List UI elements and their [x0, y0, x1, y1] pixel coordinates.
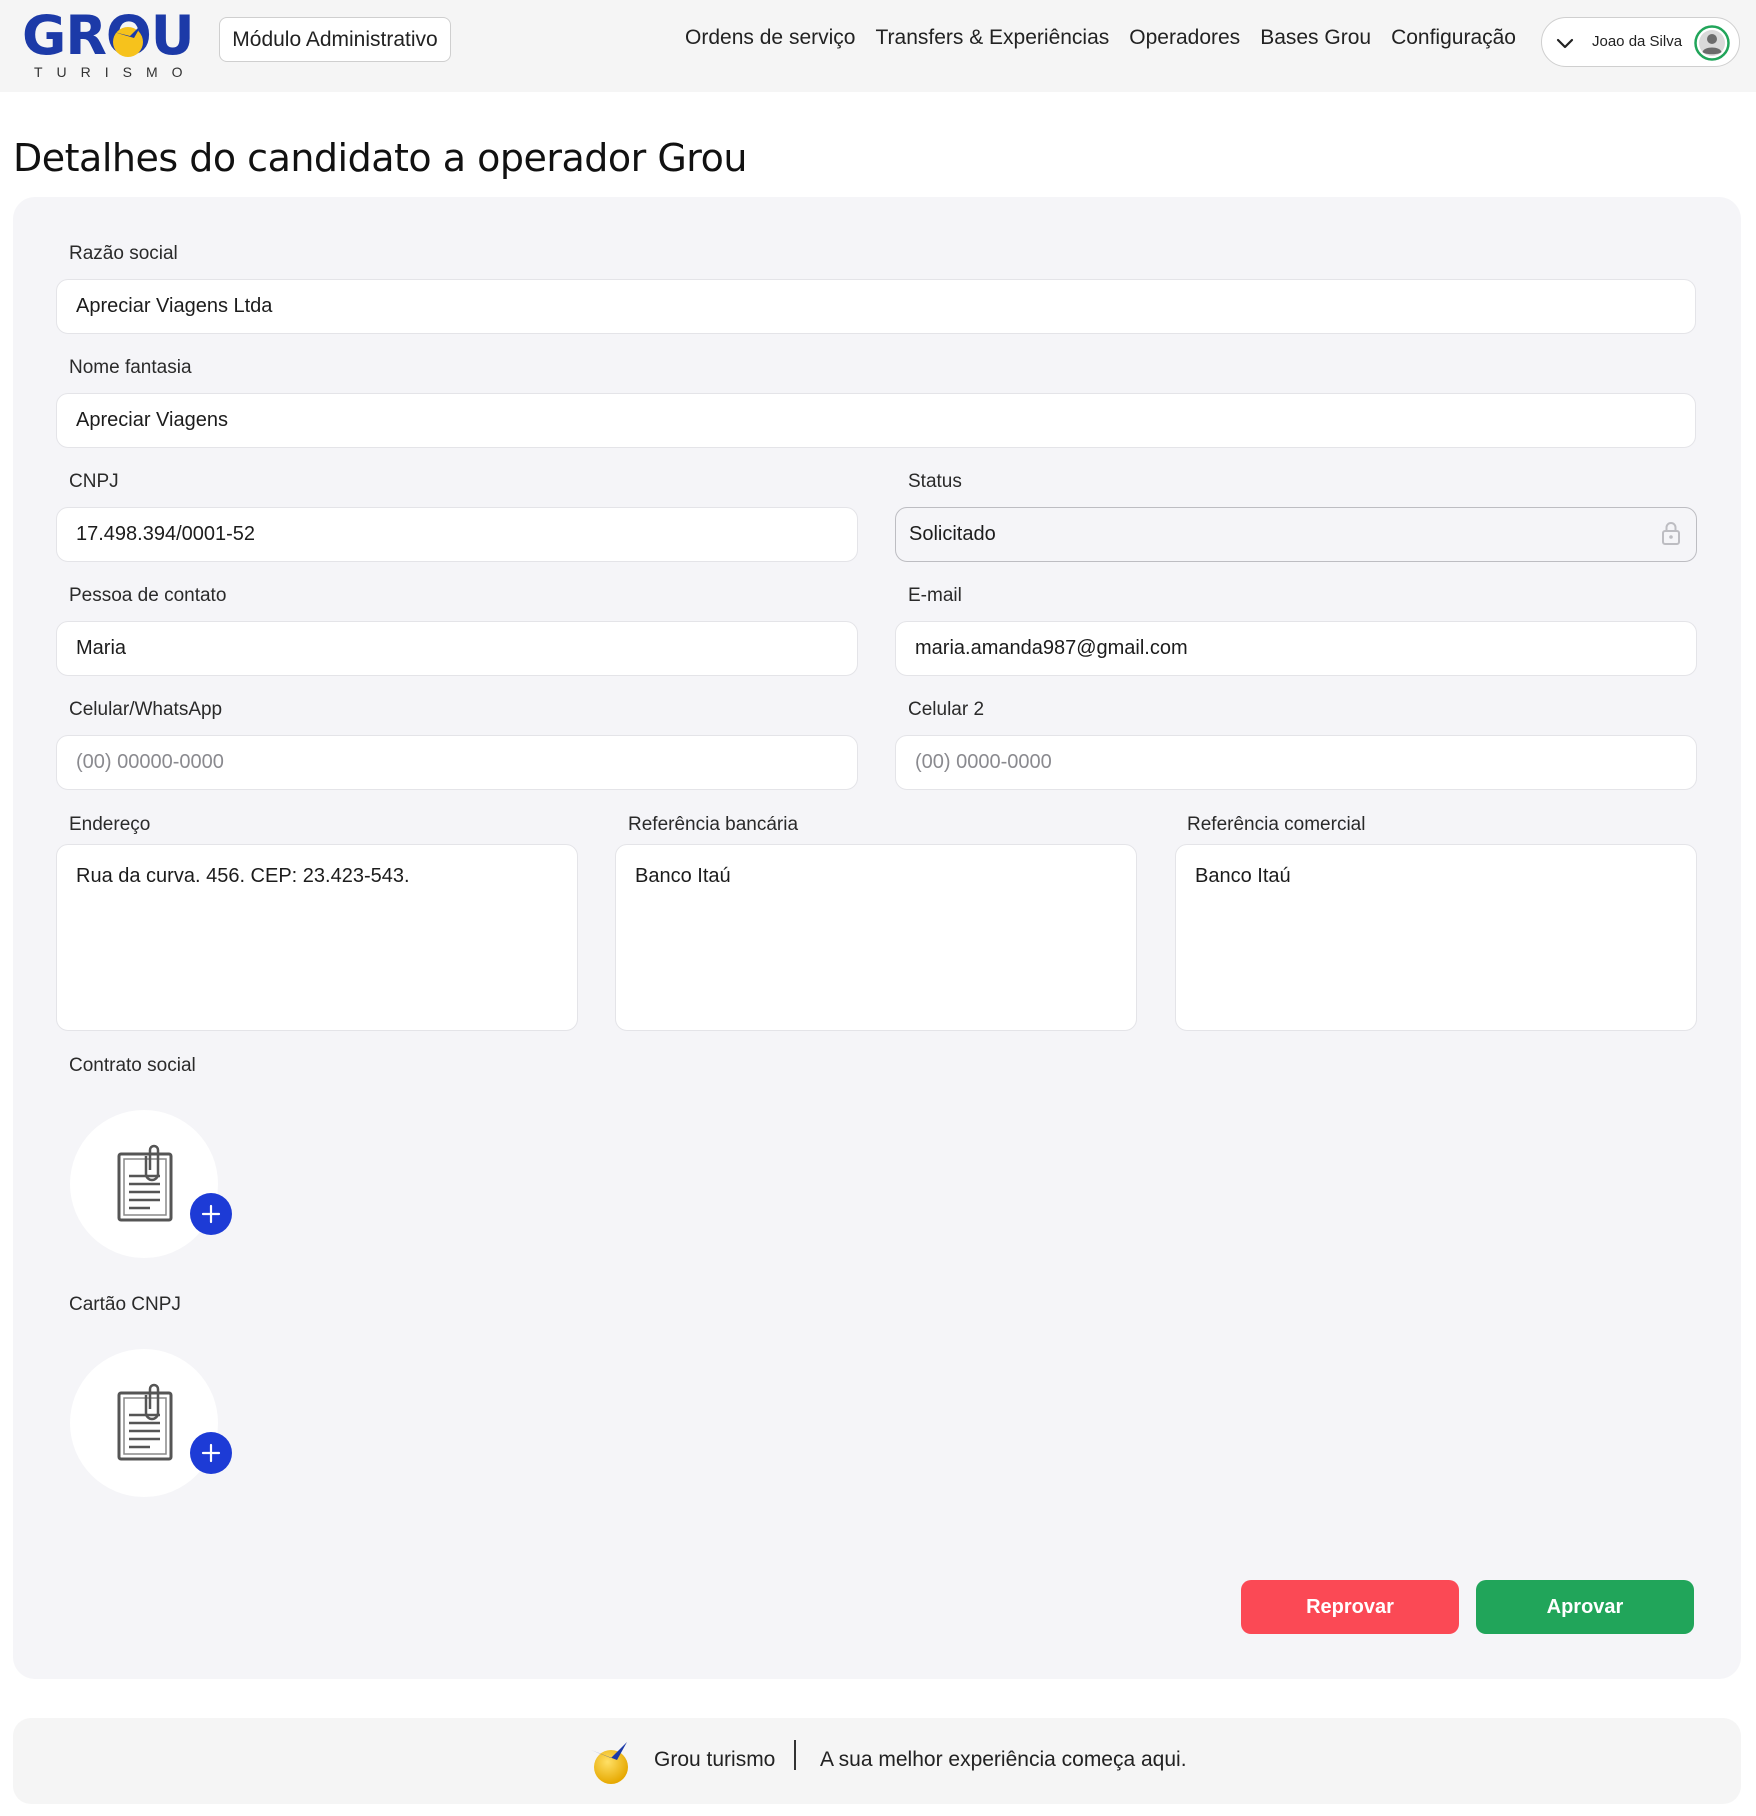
user-menu[interactable]: Joao da Silva	[1541, 17, 1740, 67]
email-field[interactable]: maria.amanda987@gmail.com	[895, 621, 1697, 676]
pessoa-contato-value: Maria	[76, 637, 127, 659]
ref-bancaria-value: Banco Itaú	[635, 865, 731, 887]
nome-fantasia-field[interactable]: Apreciar Viagens	[56, 393, 1696, 448]
razao-social-field[interactable]: Apreciar Viagens Ltda	[56, 279, 1696, 334]
cnpj-label: CNPJ	[69, 471, 119, 492]
footer-divider	[794, 1740, 796, 1770]
plus-icon	[201, 1443, 221, 1463]
page-title: Detalhes do candidato a operador Grou	[13, 136, 747, 180]
cartao-cnpj-add-button[interactable]	[190, 1432, 232, 1474]
contrato-social-upload[interactable]	[70, 1110, 232, 1258]
celular2-field[interactable]: (00) 0000-0000	[895, 735, 1697, 790]
user-name: Joao da Silva	[1592, 33, 1683, 50]
cnpj-field[interactable]: 17.498.394/0001-52	[56, 507, 858, 562]
endereco-value: Rua da curva. 456. CEP: 23.423-543.	[76, 865, 410, 887]
celular-placeholder: (00) 00000-0000	[76, 751, 224, 773]
pessoa-contato-field[interactable]: Maria	[56, 621, 858, 676]
ref-bancaria-label: Referência bancária	[628, 814, 799, 835]
cartao-cnpj-label: Cartão CNPJ	[69, 1294, 181, 1315]
approve-button[interactable]: Aprovar	[1476, 1580, 1694, 1634]
celular-label: Celular/WhatsApp	[69, 699, 223, 720]
email-label: E-mail	[908, 585, 962, 606]
razao-social-label: Razão social	[69, 243, 178, 264]
nav-transfers-experiencias[interactable]: Transfers & Experiências	[875, 26, 1109, 50]
logo-subtext: TURISMO	[34, 64, 197, 80]
pessoa-contato-label: Pessoa de contato	[69, 585, 227, 606]
nome-fantasia-label: Nome fantasia	[69, 357, 192, 378]
nav-ordens-de-servico[interactable]: Ordens de serviço	[685, 26, 855, 50]
contrato-social-add-button[interactable]	[190, 1193, 232, 1235]
status-label: Status	[908, 471, 962, 492]
footer: Grou turismo A sua melhor experiência co…	[13, 1718, 1741, 1804]
contrato-social-label: Contrato social	[69, 1055, 196, 1076]
cartao-cnpj-upload[interactable]	[70, 1349, 232, 1497]
ref-comercial-textarea[interactable]: Banco Itaú	[1175, 844, 1697, 1031]
status-value: Solicitado	[909, 523, 996, 545]
status-field: Solicitado	[895, 507, 1697, 562]
ref-comercial-value: Banco Itaú	[1195, 865, 1291, 887]
razao-social-value: Apreciar Viagens Ltda	[76, 295, 273, 317]
top-header: GROU TURISMO Módulo Administrativo Orden…	[0, 0, 1756, 92]
nav-configuracao[interactable]: Configuração	[1391, 26, 1516, 50]
celular2-placeholder: (00) 0000-0000	[915, 751, 1052, 773]
endereco-label: Endereço	[69, 814, 151, 835]
nome-fantasia-value: Apreciar Viagens	[76, 409, 228, 431]
ref-bancaria-textarea[interactable]: Banco Itaú	[615, 844, 1137, 1031]
grou-logo[interactable]: GROU TURISMO	[22, 6, 195, 82]
module-badge: Módulo Administrativo	[219, 17, 451, 62]
footer-brand: Grou turismo	[654, 1748, 776, 1771]
sun-bird-logo-icon	[113, 24, 143, 57]
ref-comercial-label: Referência comercial	[1187, 814, 1366, 835]
avatar-icon	[1694, 25, 1730, 61]
main-nav: Ordens de serviço Transfers & Experiênci…	[685, 26, 1516, 50]
email-value: maria.amanda987@gmail.com	[915, 637, 1188, 659]
celular2-label: Celular 2	[908, 699, 985, 720]
reject-button[interactable]: Reprovar	[1241, 1580, 1459, 1634]
celular-field[interactable]: (00) 00000-0000	[56, 735, 858, 790]
document-clip-icon	[117, 1383, 173, 1461]
candidate-details-card: Razão social Apreciar Viagens Ltda Nome …	[13, 197, 1741, 1679]
cnpj-value: 17.498.394/0001-52	[76, 523, 256, 545]
sun-bird-logo-icon	[591, 1742, 628, 1784]
chevron-down-icon	[1556, 38, 1574, 49]
endereco-textarea[interactable]: Rua da curva. 456. CEP: 23.423-543.	[56, 844, 578, 1031]
nav-bases-grou[interactable]: Bases Grou	[1260, 26, 1371, 50]
plus-icon	[201, 1204, 221, 1224]
document-clip-icon	[117, 1144, 173, 1222]
nav-operadores[interactable]: Operadores	[1129, 26, 1240, 50]
footer-tagline: A sua melhor experiência começa aqui.	[820, 1748, 1187, 1771]
lock-icon	[1662, 522, 1680, 545]
